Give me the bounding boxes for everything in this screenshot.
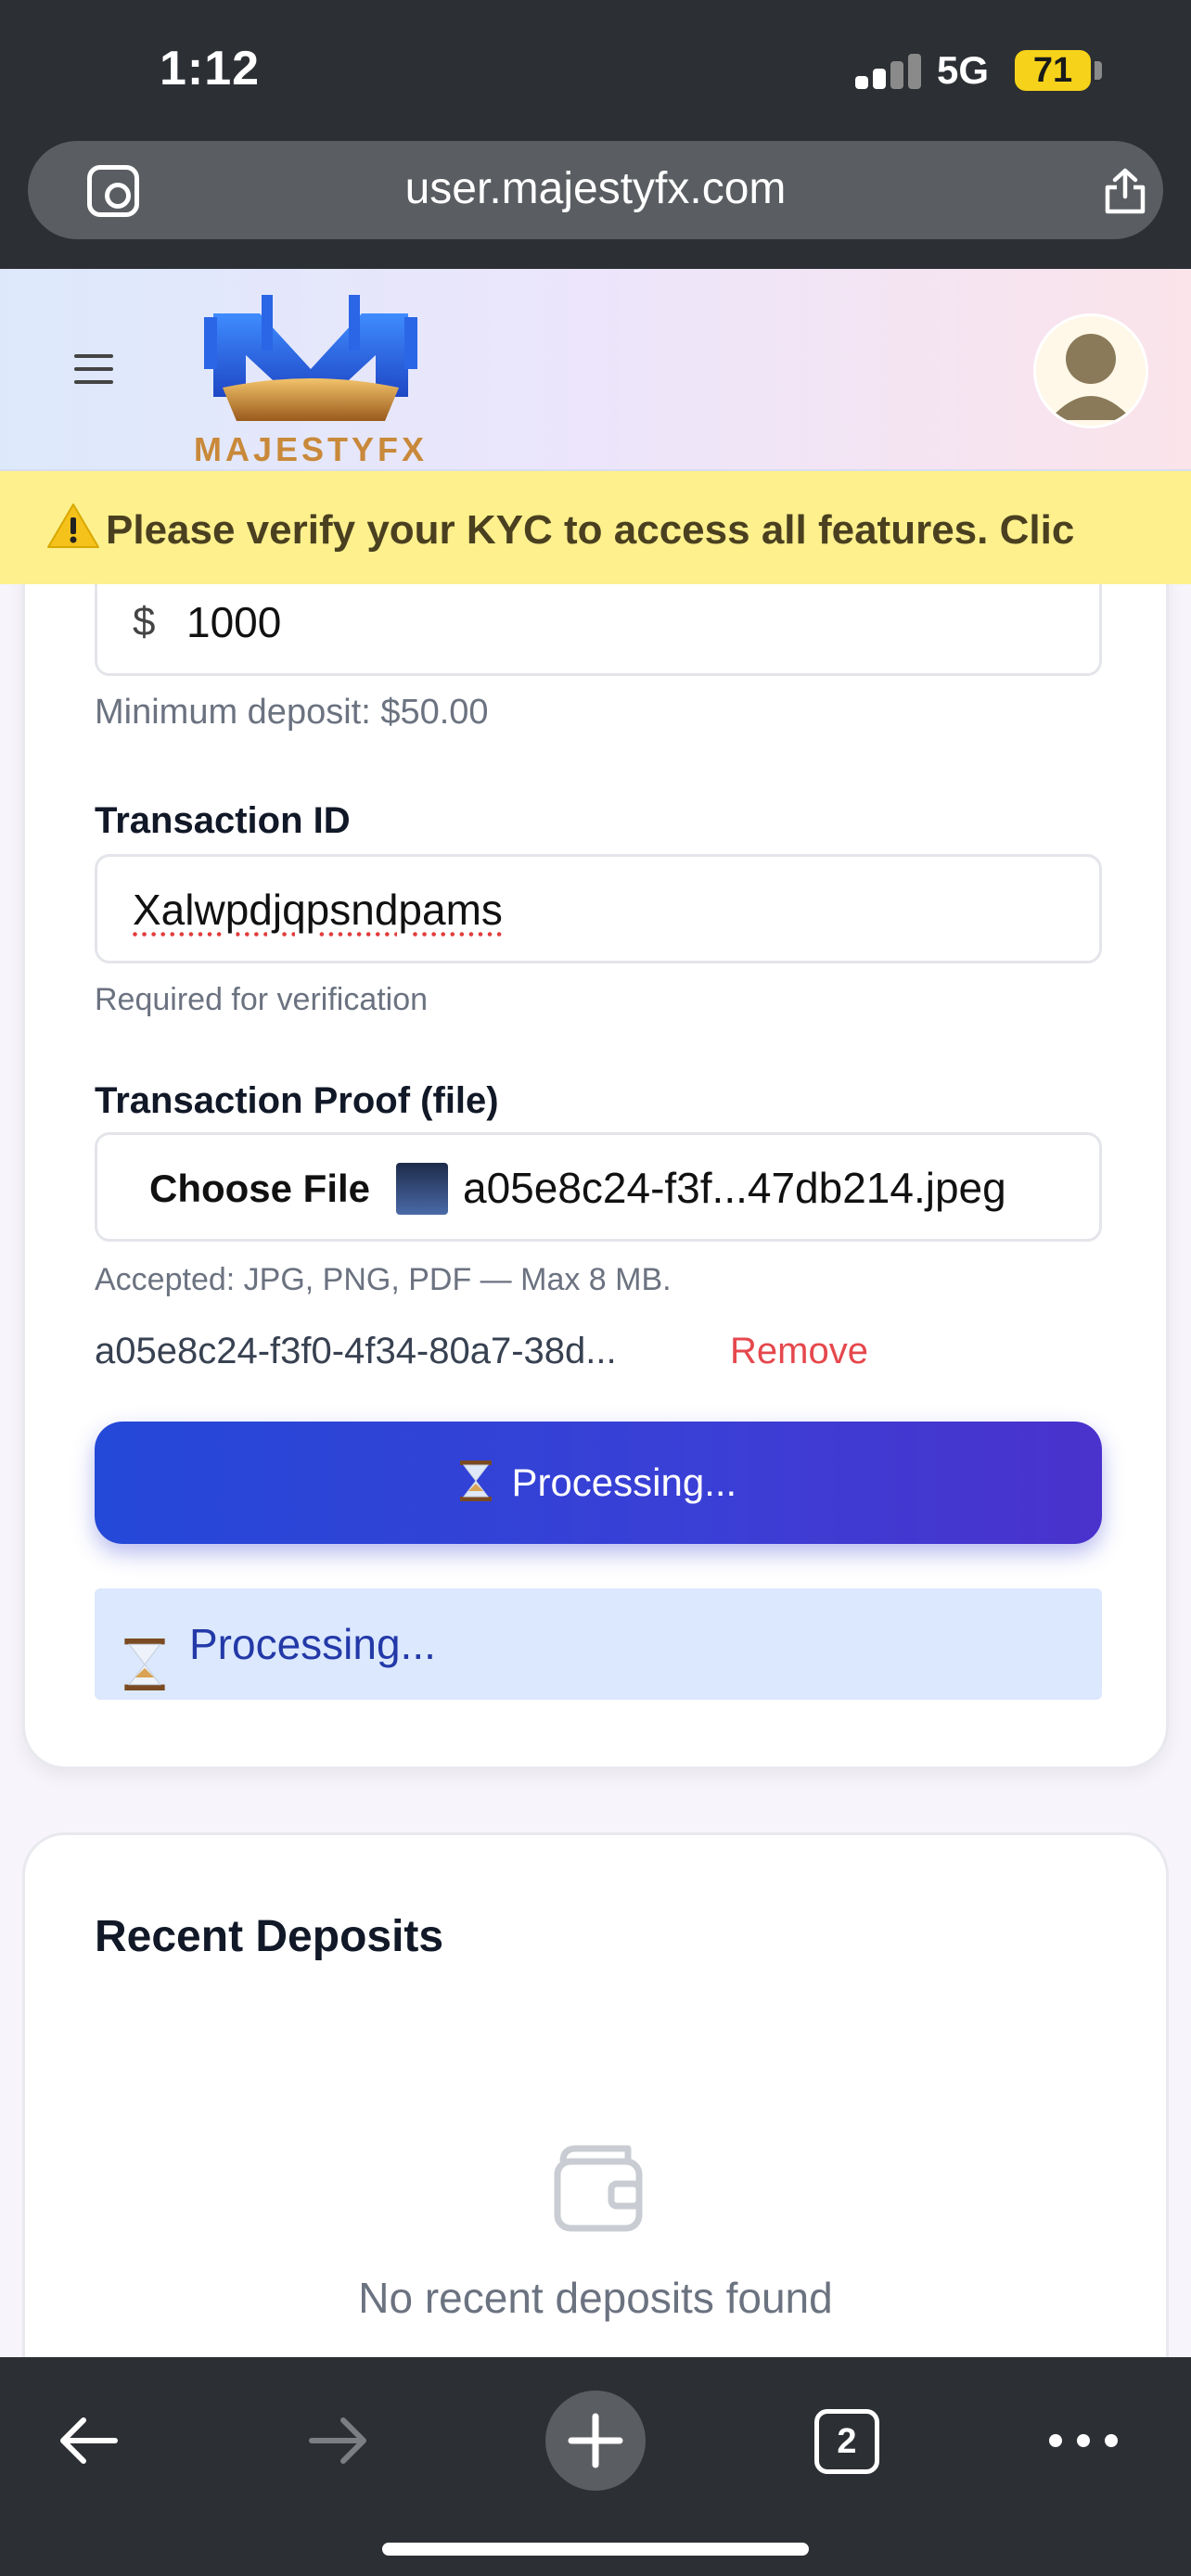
hourglass-icon <box>124 1620 165 1690</box>
empty-state-text: No recent deposits found <box>358 2274 833 2322</box>
plus-icon <box>568 2413 623 2468</box>
kyc-warning-banner[interactable]: Please verify your KYC to access all fea… <box>0 471 1191 584</box>
uploaded-file-name: a05e8c24-f3f0-4f34-80a7-38d... <box>95 1331 617 1371</box>
brand-logo[interactable]: MAJESTYFX <box>186 276 436 471</box>
submit-button-label: Processing... <box>511 1460 737 1504</box>
tabs-button[interactable]: 2 <box>814 2409 879 2474</box>
url-text[interactable]: user.majestyfx.com <box>28 163 1163 214</box>
battery-tip <box>1095 61 1102 80</box>
transaction-id-value[interactable]: Xalwpdjqpsndpams <box>133 885 503 935</box>
amount-value[interactable]: 1000 <box>186 597 281 647</box>
home-indicator <box>382 2543 809 2556</box>
url-bar[interactable]: user.majestyfx.com <box>28 141 1163 239</box>
back-arrow-icon[interactable] <box>56 2413 121 2468</box>
currency-symbol: $ <box>133 599 156 644</box>
status-time: 1:12 <box>160 42 261 96</box>
site-header: MAJESTYFX <box>0 269 1191 471</box>
submit-deposit-button[interactable]: Processing... <box>95 1422 1102 1544</box>
transaction-id-helper: Required for verification <box>95 982 429 1017</box>
amount-helper: Minimum deposit: $50.00 <box>95 693 489 732</box>
forward-arrow-icon[interactable] <box>306 2413 371 2468</box>
kyc-banner-text: Please verify your KYC to access all fea… <box>106 507 1075 553</box>
more-icon[interactable] <box>1046 2429 1121 2452</box>
recent-deposits-title: Recent Deposits <box>95 1912 444 1961</box>
new-tab-button[interactable] <box>545 2391 646 2491</box>
transaction-proof-label: Transaction Proof (file) <box>95 1080 499 1121</box>
network-type: 5G <box>937 48 990 92</box>
remove-file-button[interactable]: Remove <box>730 1331 868 1372</box>
processing-status-box: Processing... <box>95 1588 1102 1700</box>
selected-file-name: a05e8c24-f3f...47db214.jpeg <box>463 1164 1006 1212</box>
file-thumbnail-icon <box>396 1163 448 1215</box>
choose-file-button[interactable]: Choose File <box>149 1167 370 1211</box>
battery-icon: 71 <box>1015 50 1091 91</box>
menu-icon[interactable] <box>74 354 113 384</box>
brand-name: MAJESTYFX <box>193 430 429 468</box>
warning-icon <box>46 503 100 549</box>
user-avatar-icon[interactable] <box>1033 313 1148 428</box>
crown-logo-icon <box>204 295 417 421</box>
file-input[interactable]: Choose File a05e8c24-f3f...47db214.jpeg <box>95 1132 1102 1242</box>
processing-status-text: Processing... <box>189 1620 436 1668</box>
browser-toolbar: 2 <box>0 2357 1191 2576</box>
transaction-id-input[interactable]: Xalwpdjqpsndpams <box>95 854 1102 963</box>
hourglass-icon <box>459 1427 492 1501</box>
status-bar: 1:12 5G 71 <box>0 0 1191 141</box>
signal-icon <box>855 54 921 89</box>
file-helper: Accepted: JPG, PNG, PDF — Max 8 MB. <box>95 1262 672 1297</box>
deposit-form-card: $ 1000 Minimum deposit: $50.00 Transacti… <box>22 519 1169 1769</box>
browser-url-area: user.majestyfx.com <box>0 141 1191 269</box>
transaction-id-label: Transaction ID <box>95 800 351 841</box>
share-icon[interactable] <box>1102 167 1148 215</box>
wallet-icon <box>554 2145 643 2232</box>
